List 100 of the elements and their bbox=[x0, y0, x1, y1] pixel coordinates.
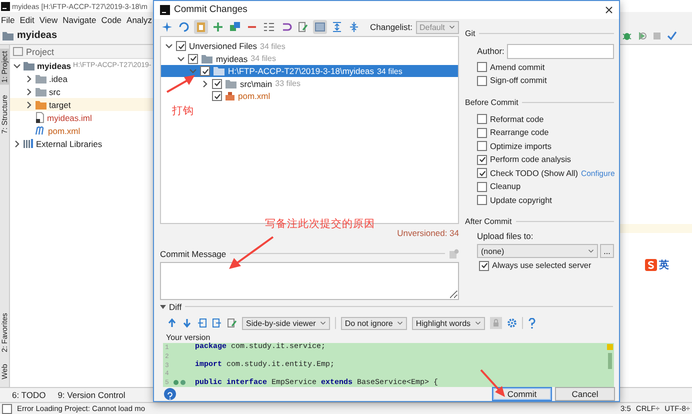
chevron-down-icon[interactable] bbox=[165, 42, 173, 50]
option-label[interactable]: Rearrange code bbox=[490, 128, 549, 138]
tree-row[interactable]: target bbox=[10, 98, 154, 111]
menu-item[interactable]: Edit bbox=[20, 14, 34, 24]
chevron-right-icon[interactable] bbox=[201, 80, 209, 88]
chevron-right-icon[interactable] bbox=[25, 88, 33, 96]
checkbox[interactable] bbox=[477, 62, 487, 72]
commit-button[interactable]: Commit bbox=[492, 387, 552, 402]
file-count: 34 files bbox=[376, 66, 402, 76]
letter-m-icon bbox=[35, 126, 46, 135]
change-label: src\main bbox=[240, 78, 272, 89]
option-label[interactable]: Sign-off commit bbox=[490, 76, 547, 86]
option-label[interactable]: Check TODO (Show All) bbox=[490, 168, 578, 178]
changelist-label: Changelist: bbox=[370, 22, 413, 32]
commit-message-field[interactable] bbox=[160, 262, 459, 300]
file-icon bbox=[225, 91, 235, 102]
checkbox[interactable] bbox=[176, 41, 186, 52]
section-title: Before Commit bbox=[465, 98, 518, 107]
change-row[interactable]: H:\FTP-ACCP-T27\2019-3-18\myideas 34 files bbox=[161, 64, 458, 78]
checkbox[interactable] bbox=[200, 66, 210, 76]
section-title: Git bbox=[465, 28, 476, 38]
menu-item[interactable]: File bbox=[1, 14, 15, 24]
cancel-button[interactable]: Cancel bbox=[555, 387, 615, 402]
tree-row[interactable]: src bbox=[10, 85, 154, 98]
breadcrumb-item[interactable]: myideas bbox=[17, 30, 58, 41]
option-label[interactable]: Reformat code bbox=[490, 114, 544, 124]
annotation-text: 打钩 bbox=[172, 104, 194, 118]
tool-window-tab[interactable]: 9: Version Control bbox=[58, 390, 126, 400]
tree-row[interactable]: .idea bbox=[10, 72, 154, 85]
arrow-up-icon[interactable] bbox=[167, 318, 177, 328]
chevron-down-icon[interactable] bbox=[177, 54, 185, 63]
commit-message-label: Commit Message bbox=[160, 248, 226, 259]
chevron-down-icon[interactable] bbox=[13, 62, 21, 70]
checkbox[interactable] bbox=[212, 91, 222, 102]
checkbox[interactable] bbox=[477, 128, 487, 138]
menu-item[interactable]: View bbox=[39, 14, 58, 24]
option-label[interactable]: Always use selected server bbox=[492, 261, 592, 270]
server-dropdown[interactable]: (none) bbox=[477, 244, 598, 258]
collapse-triangle-icon[interactable] bbox=[160, 304, 166, 310]
bug-icon[interactable] bbox=[622, 30, 632, 40]
help-icon[interactable] bbox=[528, 318, 536, 329]
plus-icon[interactable] bbox=[211, 20, 225, 34]
ime-mode[interactable]: 英 bbox=[659, 258, 669, 272]
checkbox[interactable] bbox=[477, 195, 487, 206]
checkbox[interactable] bbox=[477, 114, 487, 124]
option-label[interactable]: Optimize imports bbox=[490, 142, 552, 151]
caret-icon bbox=[320, 320, 326, 326]
change-row[interactable]: Unversioned Files 34 files bbox=[161, 40, 458, 52]
expand-all-icon[interactable] bbox=[330, 20, 344, 34]
menu-item[interactable]: Navigate bbox=[62, 14, 96, 24]
caret-icon bbox=[396, 320, 403, 326]
help-button[interactable] bbox=[164, 388, 176, 400]
option-label[interactable]: Cleanup bbox=[490, 182, 520, 192]
change-row[interactable]: src\main 33 files bbox=[161, 77, 458, 90]
panel-title[interactable]: Project bbox=[26, 46, 54, 56]
scrollbar-thumb[interactable] bbox=[608, 353, 612, 370]
checkbox[interactable] bbox=[477, 154, 487, 165]
option-label[interactable]: Amend commit bbox=[490, 62, 545, 72]
checkbox[interactable] bbox=[477, 168, 487, 178]
refresh-icon[interactable] bbox=[177, 20, 191, 34]
chevron-right-icon[interactable] bbox=[25, 100, 33, 108]
diff-title[interactable]: Diff bbox=[169, 302, 182, 312]
change-row[interactable]: pom.xml bbox=[161, 90, 458, 102]
tree-row[interactable]: myideas.iml bbox=[10, 111, 154, 124]
checkbox[interactable] bbox=[477, 76, 487, 86]
collapse-all-icon[interactable] bbox=[347, 20, 361, 34]
highlight-dropdown[interactable]: Highlight words bbox=[412, 316, 485, 330]
arrow-down-icon[interactable] bbox=[182, 318, 192, 328]
gutter-icon[interactable] bbox=[173, 379, 187, 386]
annotation-text: 写备注此次提交的原因 bbox=[265, 217, 375, 231]
coverage-icon[interactable] bbox=[637, 30, 647, 40]
checkbox[interactable] bbox=[479, 260, 489, 271]
annotation-arrow bbox=[229, 236, 274, 269]
checkbox[interactable] bbox=[212, 78, 222, 89]
option-label[interactable]: Perform code analysis bbox=[490, 155, 571, 164]
check-icon[interactable] bbox=[667, 30, 677, 40]
option-label[interactable]: Update copyright bbox=[490, 196, 552, 205]
ime-logo-icon[interactable] bbox=[645, 259, 657, 271]
menu-item[interactable]: Code bbox=[101, 14, 122, 24]
chevron-right-icon[interactable] bbox=[25, 74, 33, 82]
checkbox[interactable] bbox=[477, 141, 487, 152]
edit-icon[interactable] bbox=[227, 318, 237, 328]
annotation-arrow bbox=[480, 369, 505, 397]
chevron-right-icon[interactable] bbox=[13, 140, 21, 148]
edit-icon[interactable] bbox=[296, 20, 310, 34]
ignore-dropdown[interactable]: Do not ignore bbox=[340, 316, 407, 330]
author-field[interactable] bbox=[507, 44, 614, 59]
tree-row[interactable]: External Libraries bbox=[10, 137, 154, 150]
viewer-dropdown[interactable]: Side-by-side viewer bbox=[242, 316, 330, 330]
change-row[interactable]: myideas 34 files bbox=[161, 52, 458, 65]
checkbox[interactable] bbox=[188, 54, 198, 64]
tree-row[interactable]: pom.xml bbox=[10, 124, 154, 137]
browse-button[interactable]: ... bbox=[600, 244, 614, 258]
status-toggle[interactable] bbox=[2, 404, 12, 414]
settings-icon[interactable] bbox=[506, 318, 517, 328]
tree-label: .idea bbox=[49, 74, 68, 84]
clipboard-icon[interactable] bbox=[194, 20, 208, 34]
tool-window-tab[interactable]: 6: TODO bbox=[12, 390, 46, 400]
checkbox[interactable] bbox=[477, 182, 487, 192]
menu-item[interactable]: Analyz bbox=[126, 14, 152, 24]
